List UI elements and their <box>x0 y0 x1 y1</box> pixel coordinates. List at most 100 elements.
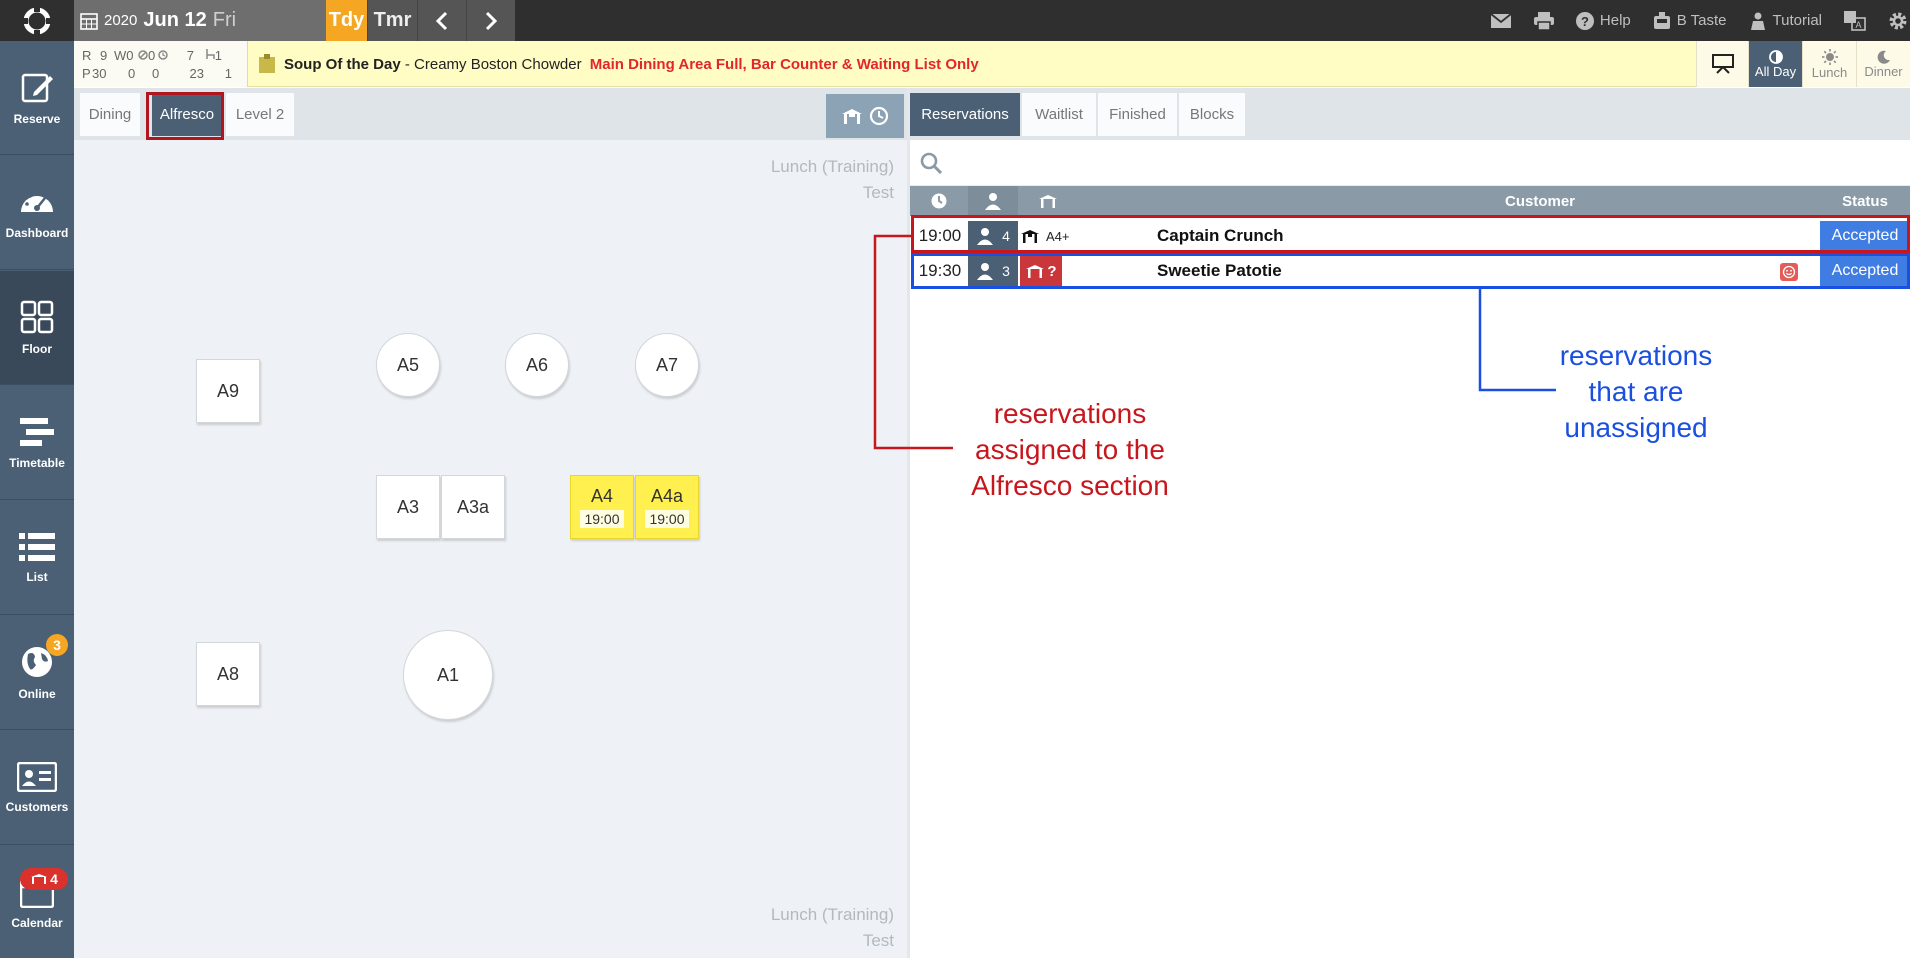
sidebar-label: Customers <box>5 799 69 814</box>
restaurant-link[interactable]: B Taste <box>1642 0 1738 41</box>
tutorial-label: Tutorial <box>1772 12 1822 29</box>
table-a4[interactable]: A4 19:00 <box>570 475 634 539</box>
reservation-tabs: Reservations Waitlist Finished Blocks <box>910 88 1910 140</box>
sidebar-label: Dashboard <box>5 225 69 240</box>
stats-people-row: P 30 0 0 23 1 <box>82 66 232 81</box>
column-status[interactable]: Status <box>1820 186 1910 216</box>
sidebar-item-online[interactable]: 3 Online <box>0 616 74 730</box>
stats-value: W0 <box>114 48 134 63</box>
print-button[interactable] <box>1523 0 1565 41</box>
presentation-button[interactable] <box>1696 41 1748 87</box>
annotation-unassigned-box <box>911 253 1910 289</box>
sidebar-item-floor[interactable]: Floor <box>0 271 74 385</box>
calendar-grid-icon <box>80 12 98 30</box>
restaurant-label: B Taste <box>1676 12 1727 29</box>
top-right-toolbar: ? Help B Taste Tutorial A <box>1479 0 1910 41</box>
tab-level-2[interactable]: Level 2 <box>226 93 294 136</box>
table-label: A6 <box>525 354 549 375</box>
next-day-button[interactable] <box>466 0 515 41</box>
grid-icon <box>20 300 54 333</box>
timetable-icon <box>20 417 54 446</box>
date-month-day: Jun 12 <box>143 9 207 31</box>
booking-stats: R 9 W0 0 7 1 P 30 0 0 23 1 <box>74 41 248 87</box>
info-strip: R 9 W0 0 7 1 P 30 0 0 23 1 Soup Of the D… <box>74 41 1910 87</box>
top-bar: 2020 Jun 12 Fri Tdy Tmr ? Help B Taste T… <box>0 0 1910 41</box>
column-table[interactable] <box>1018 186 1078 216</box>
annotation-unassigned-caption: reservations that are unassigned <box>1526 338 1746 446</box>
previous-day-button[interactable] <box>417 0 466 41</box>
sidebar-item-dashboard[interactable]: Dashboard <box>0 156 74 270</box>
online-badge: 3 <box>46 634 68 656</box>
table-a3a[interactable]: A3a <box>441 475 505 539</box>
column-time[interactable] <box>910 186 968 216</box>
printer-icon <box>1533 11 1554 30</box>
column-customer[interactable]: Customer <box>1410 186 1670 216</box>
tab-finished[interactable]: Finished <box>1098 93 1178 136</box>
floor-note-line: Lunch (Training) <box>770 157 894 176</box>
annotation-line: reservations <box>993 398 1147 429</box>
table-a3[interactable]: A3 <box>376 475 440 539</box>
stats-value: 23 <box>189 66 204 81</box>
table-label: A1 <box>436 664 460 685</box>
tutorial-link[interactable]: Tutorial <box>1738 0 1833 41</box>
sidebar-label: Reserve <box>13 111 61 126</box>
today-button[interactable]: Tdy <box>326 0 367 41</box>
stats-value: 1 <box>214 48 222 63</box>
service-label: All Day <box>1754 63 1797 79</box>
service-lunch[interactable]: Lunch <box>1802 41 1856 87</box>
tab-reservations[interactable]: Reservations <box>910 93 1021 136</box>
tab-blocks[interactable]: Blocks <box>1179 93 1246 136</box>
stats-value: 1 <box>224 66 232 81</box>
table-a9[interactable]: A9 <box>196 359 260 423</box>
stats-label: P <box>82 66 91 81</box>
service-all-day[interactable]: All Day <box>1748 41 1802 87</box>
clock-icon <box>931 193 947 209</box>
annotation-line: that are <box>1588 376 1684 407</box>
search-icon <box>920 152 942 174</box>
tab-dining[interactable]: Dining <box>80 93 140 136</box>
table-a1[interactable]: A1 <box>403 630 493 720</box>
svg-text:A: A <box>1855 20 1861 30</box>
svg-text:?: ? <box>1581 14 1589 29</box>
daily-notice: Soup Of the Day - Creamy Boston Chowder … <box>258 41 979 87</box>
table-a7[interactable]: A7 <box>635 333 699 397</box>
table-time: 19:00 <box>645 510 689 528</box>
settings-button[interactable] <box>1877 0 1910 41</box>
sidebar-item-reserve[interactable]: Reserve <box>0 41 74 155</box>
tab-waitlist[interactable]: Waitlist <box>1022 93 1097 136</box>
stats-value: 1 <box>194 48 222 63</box>
table-icon <box>842 109 862 124</box>
messages-button[interactable] <box>1479 0 1523 41</box>
annotation-line: unassigned <box>1564 412 1708 443</box>
stats-value: 9 <box>100 48 108 63</box>
help-link[interactable]: ? Help <box>1565 0 1642 41</box>
table-label: A3a <box>456 496 490 517</box>
floor-service-note: Lunch (Training) Test <box>771 154 894 206</box>
language-button[interactable]: A <box>1833 0 1877 41</box>
reservation-search[interactable] <box>910 140 1910 186</box>
table-a8[interactable]: A8 <box>196 642 260 706</box>
floor-note-line: Test <box>862 183 894 202</box>
floor-view-toggle[interactable] <box>826 94 904 138</box>
presenter-icon <box>1750 12 1765 30</box>
date-picker[interactable]: 2020 Jun 12 Fri <box>74 0 326 41</box>
tomorrow-button[interactable]: Tmr <box>367 0 417 41</box>
sidebar-label: Calendar <box>11 915 63 930</box>
table-a4a[interactable]: A4a 19:00 <box>635 475 699 539</box>
person-icon <box>985 193 1001 210</box>
sidebar-item-list[interactable]: List <box>0 501 74 615</box>
stats-value: 7 <box>186 48 194 63</box>
table-a5[interactable]: A5 <box>376 333 440 397</box>
column-party-size[interactable] <box>968 186 1018 216</box>
table-a6[interactable]: A6 <box>505 333 569 397</box>
table-label: A3 <box>396 496 420 517</box>
alfresco-tab-highlight <box>146 92 224 140</box>
sidebar-item-calendar[interactable]: 4 Calendar <box>0 846 74 958</box>
list-icon <box>19 532 55 561</box>
sidebar-item-timetable[interactable]: Timetable <box>0 386 74 500</box>
sidebar-item-customers[interactable]: Customers <box>0 731 74 845</box>
service-dinner[interactable]: Dinner <box>1856 41 1910 87</box>
edit-icon <box>21 73 53 102</box>
sun-icon <box>1821 48 1838 65</box>
app-logo-icon[interactable] <box>0 0 74 41</box>
